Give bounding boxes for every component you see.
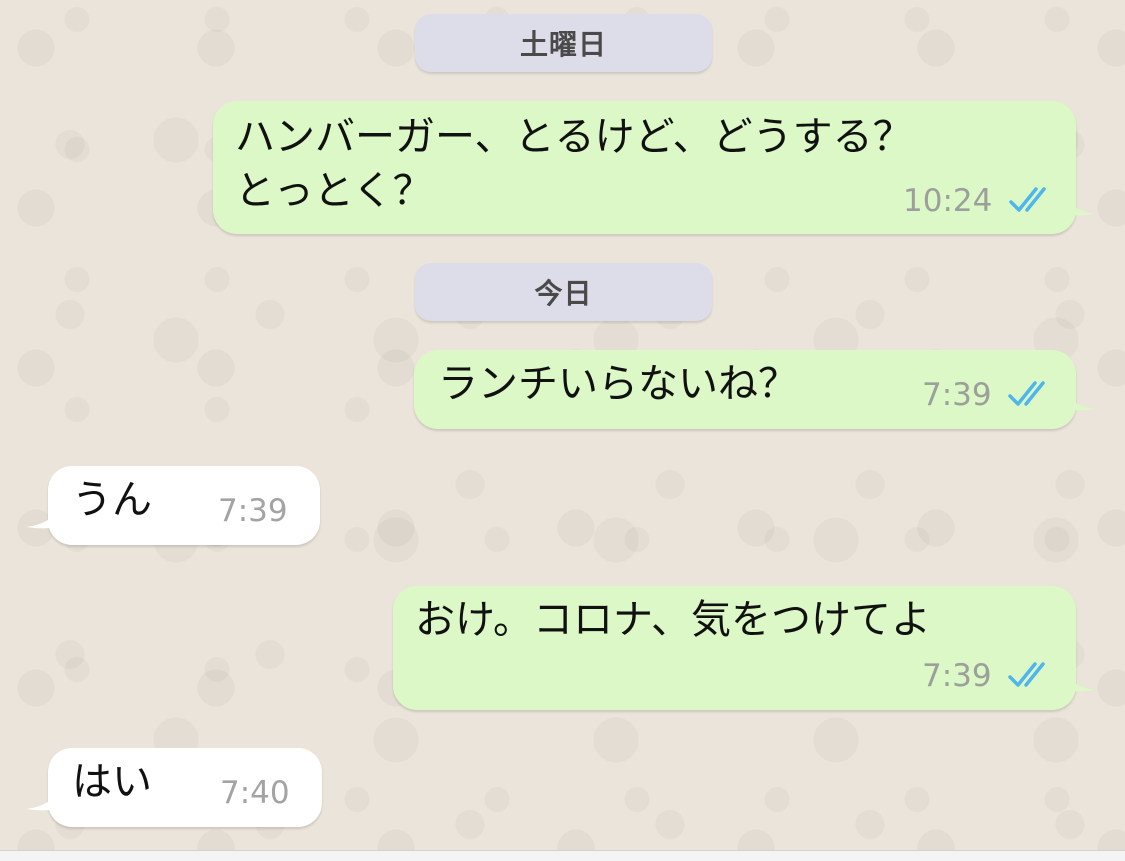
message-timestamp: 7:39 (922, 658, 992, 694)
message-text-line: ランチいらないね？ (438, 361, 798, 407)
message-timestamp: 7:39 (218, 493, 288, 529)
message-text-line: おけ。コロナ、気をつけてよ (415, 597, 931, 643)
message-text-line: とっとく？ (235, 168, 433, 214)
message-text-line: ハンバーガー、とるけど、どうする？ (235, 114, 913, 160)
message-bubble-incoming[interactable]: うん 7:39 (26, 466, 320, 545)
bubble-tail (1060, 190, 1096, 216)
bubble-tail (26, 503, 62, 529)
message-timestamp: 7:39 (922, 377, 992, 413)
message-bubble-outgoing[interactable]: ランチいらないね？ 7:39 (414, 350, 1096, 429)
message-timestamp: 10:24 (903, 183, 993, 219)
date-separator-saturday: 土曜日 (415, 14, 712, 72)
input-bar-edge (0, 850, 1125, 861)
bubble-tail (26, 785, 62, 811)
read-double-tick-icon (1008, 662, 1045, 687)
date-separator-today: 今日 (415, 263, 712, 321)
message-bubble-incoming[interactable]: はい 7:40 (26, 748, 322, 827)
message-text-line: うん (72, 477, 152, 523)
bubble-tail (1060, 666, 1096, 692)
read-double-tick-icon (1009, 187, 1046, 212)
message-text-line: はい (72, 759, 152, 805)
message-timestamp: 7:40 (220, 775, 290, 811)
bubble-tail (1060, 385, 1096, 411)
message-bubble-outgoing[interactable]: ハンバーガー、とるけど、どうする？ とっとく？ 10:24 (213, 101, 1096, 234)
read-double-tick-icon (1008, 381, 1045, 406)
message-bubble-outgoing[interactable]: おけ。コロナ、気をつけてよ 7:39 (393, 586, 1096, 710)
